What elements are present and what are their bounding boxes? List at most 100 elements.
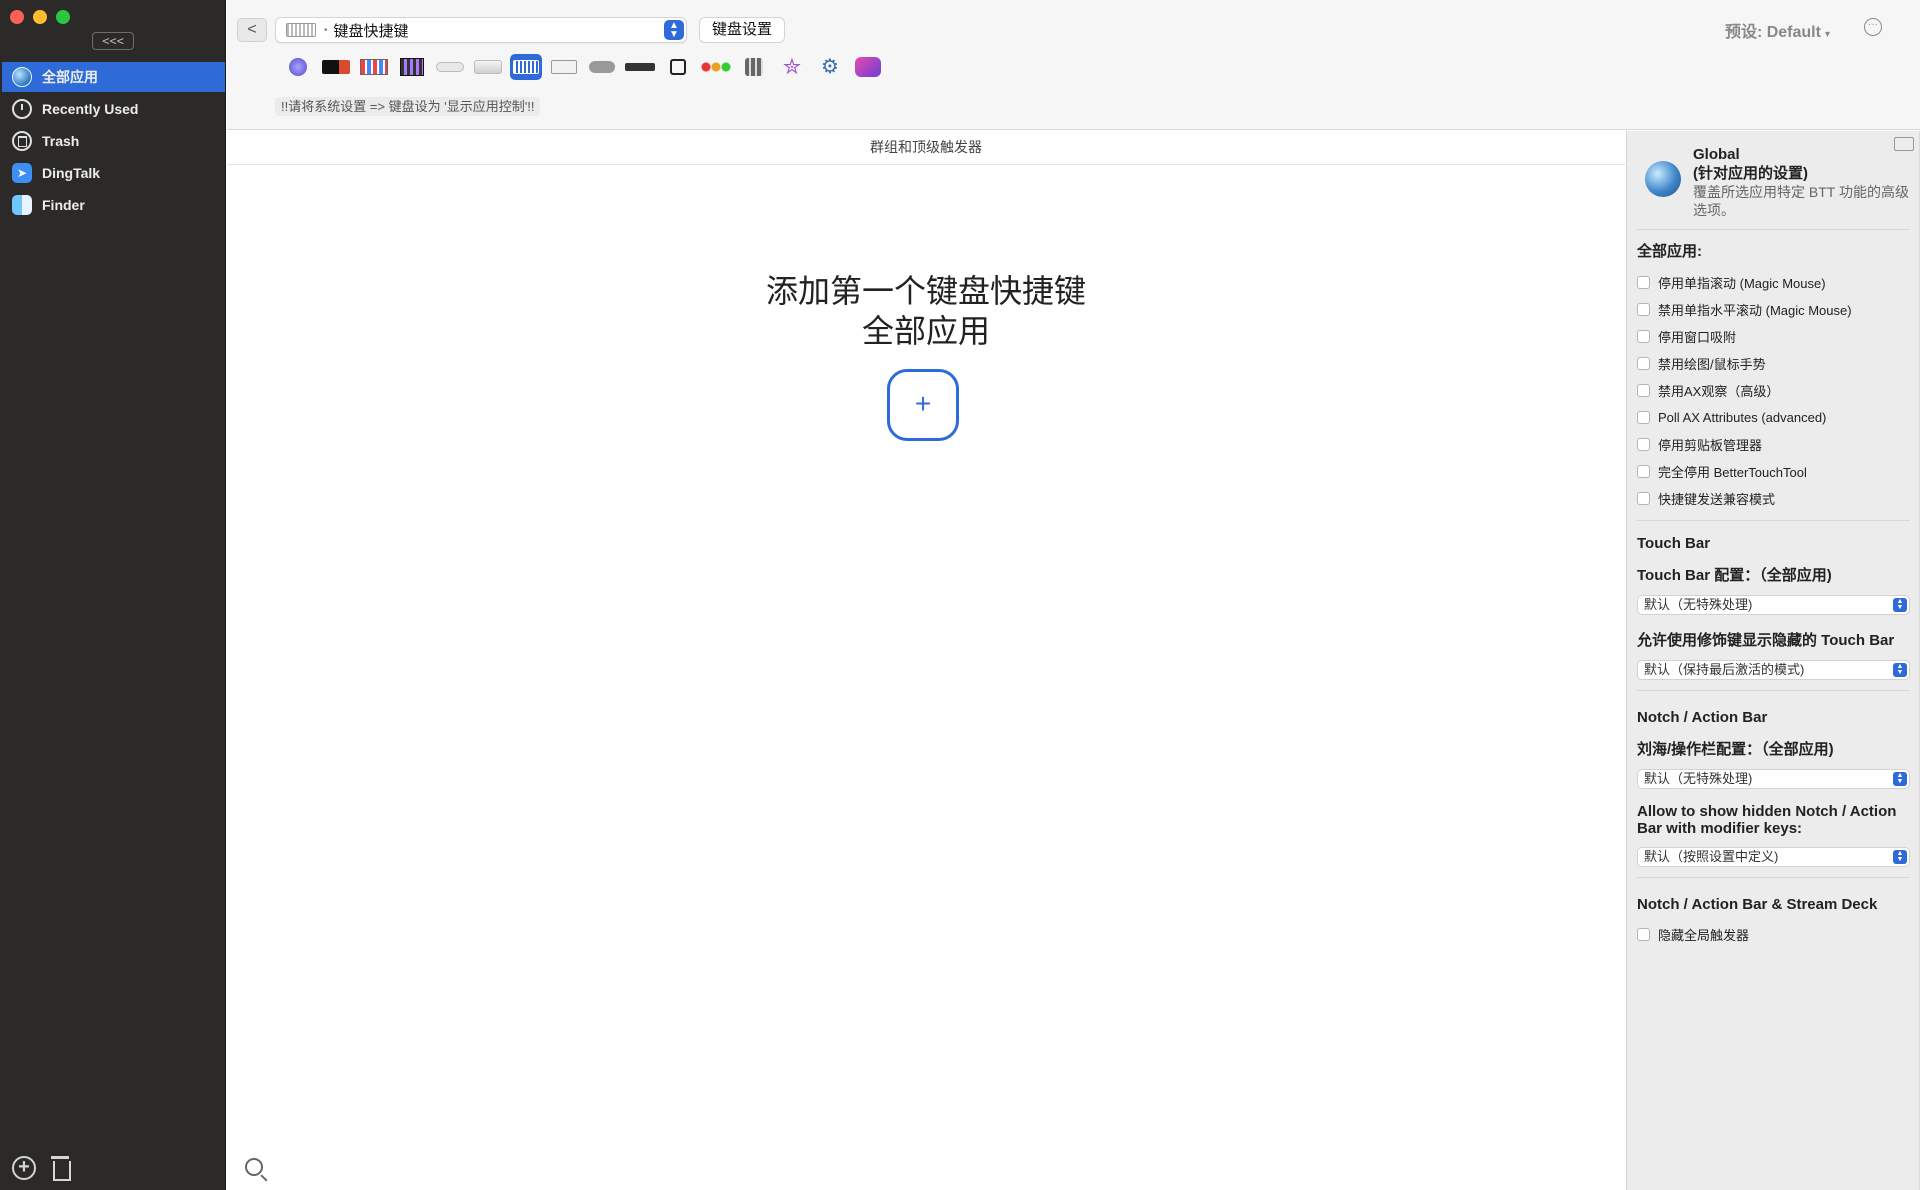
- select-value: 默认（按照设置中定义): [1644, 849, 1779, 864]
- chevron-updown-icon: ▲ ▼: [664, 20, 684, 40]
- checkbox-row[interactable]: 禁用单指水平滚动 (Magic Mouse): [1637, 296, 1910, 323]
- empty-state-line1: 添加第一个键盘快捷键: [765, 272, 1086, 310]
- normal-mouse-icon[interactable]: [586, 54, 618, 80]
- sidebar-item-all-apps[interactable]: 全部应用: [2, 62, 225, 92]
- sidebar-item-trash[interactable]: Trash: [2, 126, 225, 156]
- collapse-sidebar-button[interactable]: <<<: [92, 32, 134, 50]
- checkbox[interactable]: [1637, 303, 1650, 316]
- minimize-window-button[interactable]: [33, 10, 47, 24]
- checkbox-row[interactable]: Poll AX Attributes (advanced): [1637, 404, 1910, 431]
- sidebar: <<< 全部应用 Recently Used Trash ➤ DingTalk …: [0, 0, 226, 1190]
- sidebar-item-recently-used[interactable]: Recently Used: [2, 94, 225, 124]
- select-value: 默认（无特殊处理): [1644, 771, 1753, 786]
- other-triggers-icon[interactable]: [700, 54, 732, 80]
- dingtalk-icon: ➤: [12, 163, 32, 183]
- checkbox-row[interactable]: 停用单指滚动 (Magic Mouse): [1637, 269, 1910, 296]
- checkbox-row[interactable]: 完全停用 BetterTouchTool: [1637, 458, 1910, 485]
- elgato-icon[interactable]: [396, 54, 428, 80]
- chevron-down-icon: ▾: [1824, 29, 1830, 40]
- window-controls: [10, 10, 70, 24]
- notch-config-select[interactable]: 默认（无特殊处理) ▲ ▼: [1637, 769, 1910, 789]
- automation-icon[interactable]: ⚙: [814, 54, 846, 80]
- chevron-updown-icon: ▲ ▼: [1893, 663, 1907, 677]
- chevron-updown-icon: ▲ ▼: [1893, 850, 1907, 864]
- back-button[interactable]: <: [237, 18, 267, 42]
- notch-hidden-select[interactable]: 默认（按照设置中定义) ▲ ▼: [1637, 847, 1910, 867]
- trigger-canvas: 群组和顶级触发器 添加第一个键盘快捷键 全部应用 +: [227, 131, 1625, 1190]
- preset-label: 预设: Default: [1724, 24, 1821, 41]
- search-icon[interactable]: [245, 1158, 263, 1176]
- window-toggle-icon[interactable]: [1894, 137, 1914, 151]
- global-subtitle: (针对应用的设置): [1693, 165, 1808, 182]
- preset-select[interactable]: 预设: Default ▾: [1725, 18, 1830, 42]
- sidebar-item-dingtalk[interactable]: ➤ DingTalk: [2, 158, 225, 188]
- touch-bar-icon[interactable]: [320, 54, 352, 80]
- checkbox[interactable]: [1637, 465, 1650, 478]
- delete-app-button[interactable]: [50, 1156, 71, 1181]
- empty-state-title: 添加第一个键盘快捷键 全部应用: [227, 271, 1625, 351]
- checkbox[interactable]: [1637, 411, 1650, 424]
- touchbar-hidden-label: 允许使用修饰键显示隐藏的 Touch Bar: [1637, 632, 1895, 649]
- select-value: 默认（保持最后激活的模式): [1644, 662, 1805, 677]
- checkbox[interactable]: [1637, 357, 1650, 370]
- separator-dot: •: [324, 24, 328, 36]
- trackpad-icon[interactable]: [472, 54, 504, 80]
- more-options-button[interactable]: ···: [1864, 18, 1882, 36]
- toolbar: < • 键盘快捷键 ▲ ▼ 键盘设置 预设: Default ▾ ··· ✮ ⚙ !…: [227, 0, 1920, 130]
- all-apps-options: 停用单指滚动 (Magic Mouse) 禁用单指水平滚动 (Magic Mou…: [1637, 269, 1910, 521]
- finder-icon: [12, 195, 32, 215]
- sidebar-item-label: Finder: [42, 197, 85, 213]
- global-text: Global (针对应用的设置) 覆盖所选应用特定 BTT 功能的高级选项。: [1693, 145, 1910, 219]
- star-icon[interactable]: ✮: [776, 54, 808, 80]
- sidebar-item-label: Recently Used: [42, 101, 139, 117]
- checkbox-row[interactable]: 禁用AX观察（高级）: [1637, 377, 1910, 404]
- checkbox-row[interactable]: 停用剪贴板管理器: [1637, 431, 1910, 458]
- notch-icon[interactable]: [662, 54, 694, 80]
- close-window-button[interactable]: [10, 10, 24, 24]
- add-app-button[interactable]: +: [12, 1156, 36, 1180]
- sidebar-item-label: DingTalk: [42, 165, 101, 181]
- sidebar-item-finder[interactable]: Finder: [2, 190, 225, 220]
- checkbox-label: 禁用绘图/鼠标手势: [1658, 357, 1766, 372]
- checkbox-label: 隐藏全局触发器: [1658, 928, 1750, 943]
- magic-mouse-icon[interactable]: [434, 54, 466, 80]
- add-first-shortcut-button[interactable]: +: [887, 369, 959, 441]
- checkbox-row[interactable]: 禁用绘图/鼠标手势: [1637, 350, 1910, 377]
- key-sequence-icon[interactable]: [548, 54, 580, 80]
- checkbox-label: 停用单指滚动 (Magic Mouse): [1658, 276, 1826, 291]
- touchbar-hidden-select[interactable]: 默认（保持最后激活的模式) ▲ ▼: [1637, 660, 1910, 680]
- checkbox[interactable]: [1637, 928, 1650, 941]
- chevron-updown-icon: ▲ ▼: [1893, 772, 1907, 786]
- checkbox-label: 停用窗口吸附: [1658, 330, 1737, 345]
- all-triggers-icon[interactable]: [282, 54, 314, 80]
- app-list: 全部应用 Recently Used Trash ➤ DingTalk Find…: [2, 62, 225, 222]
- checkbox-label: 禁用AX观察（高级）: [1658, 384, 1780, 399]
- notch-section-title: Notch / Action Bar: [1637, 709, 1768, 726]
- sidebar-item-label: 全部应用: [42, 69, 98, 85]
- stream-deck-icon[interactable]: [738, 54, 770, 80]
- trigger-type-select[interactable]: • 键盘快捷键 ▲ ▼: [275, 17, 687, 43]
- divider: [1637, 690, 1910, 691]
- floating-menu-icon[interactable]: [852, 54, 884, 80]
- siri-remote-icon[interactable]: [624, 54, 656, 80]
- checkbox[interactable]: [1637, 276, 1650, 289]
- checkbox-row[interactable]: 隐藏全局触发器: [1637, 921, 1910, 948]
- checkbox[interactable]: [1637, 330, 1650, 343]
- streamdeck-section-title: Notch / Action Bar & Stream Deck: [1637, 896, 1878, 913]
- keyboard-settings-button[interactable]: 键盘设置: [699, 17, 786, 43]
- chevron-updown-icon: ▲ ▼: [1893, 598, 1907, 612]
- globe-icon: [1645, 161, 1681, 197]
- checkbox-row[interactable]: 快捷键发送兼容模式: [1637, 485, 1910, 512]
- touchbar-config-label: Touch Bar 配置：（全部应用): [1637, 567, 1832, 584]
- checkbox[interactable]: [1637, 438, 1650, 451]
- checkbox[interactable]: [1637, 384, 1650, 397]
- checkbox-label: 停用剪贴板管理器: [1658, 438, 1763, 453]
- select-value: 默认（无特殊处理): [1644, 597, 1753, 612]
- ui-element-icon[interactable]: [358, 54, 390, 80]
- touchbar-config-select[interactable]: 默认（无特殊处理) ▲ ▼: [1637, 595, 1910, 615]
- trigger-category-bar: ✮ ⚙: [282, 54, 884, 80]
- checkbox-row[interactable]: 停用窗口吸附: [1637, 323, 1910, 350]
- zoom-window-button[interactable]: [56, 10, 70, 24]
- keyboard-icon[interactable]: [510, 54, 542, 80]
- checkbox[interactable]: [1637, 492, 1650, 505]
